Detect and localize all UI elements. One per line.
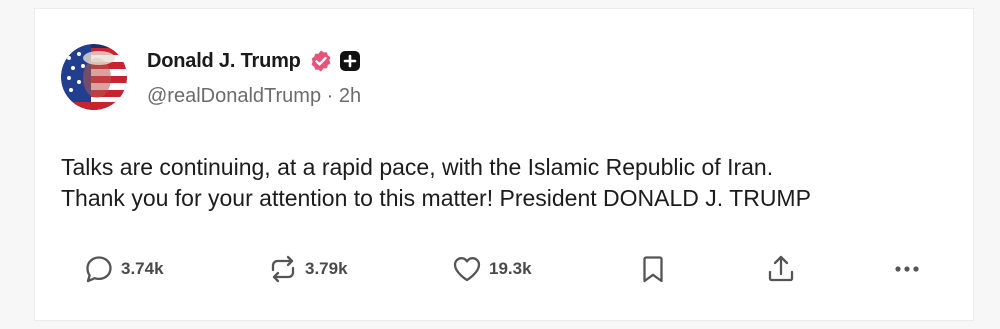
handle-row: @realDonaldTrump · 2h xyxy=(147,85,361,108)
like-button[interactable]: 19.3k xyxy=(451,249,532,289)
repost-count: 3.79k xyxy=(305,259,348,278)
reply-count: 3.74k xyxy=(121,259,164,278)
author-row: Donald J. Trump xyxy=(147,46,361,76)
repost-arrows-icon xyxy=(271,255,295,283)
share-button[interactable] xyxy=(765,249,797,289)
action-bar: 3.74k 3.79k 19.3k xyxy=(35,249,973,289)
like-count: 19.3k xyxy=(489,259,532,278)
post-text-line: Talks are continuing, at a rapid pace, w… xyxy=(61,154,774,180)
heart-icon xyxy=(453,257,481,282)
separator-dot: · xyxy=(321,85,339,107)
more-options-button[interactable] xyxy=(891,249,923,289)
handle[interactable]: @realDonaldTrump xyxy=(147,85,321,107)
plus-square-icon[interactable] xyxy=(339,50,361,72)
speech-bubble-icon xyxy=(86,256,112,283)
more-dots-icon xyxy=(895,266,919,272)
author-name[interactable]: Donald J. Trump xyxy=(147,50,301,73)
bookmark-icon xyxy=(643,256,663,283)
timestamp[interactable]: 2h xyxy=(339,85,361,107)
bookmark-button[interactable] xyxy=(637,249,669,289)
verified-badge-icon xyxy=(311,50,331,72)
avatar[interactable] xyxy=(61,44,127,110)
post-text-line: Thank you for your attention to this mat… xyxy=(61,185,811,211)
share-upload-icon xyxy=(768,255,794,282)
post-text: Talks are continuing, at a rapid pace, w… xyxy=(61,152,961,214)
repost-button[interactable]: 3.79k xyxy=(267,249,348,289)
post-card: Donald J. Trump @realDonaldTrump · 2h Ta… xyxy=(34,8,974,321)
reply-button[interactable]: 3.74k xyxy=(83,249,164,289)
